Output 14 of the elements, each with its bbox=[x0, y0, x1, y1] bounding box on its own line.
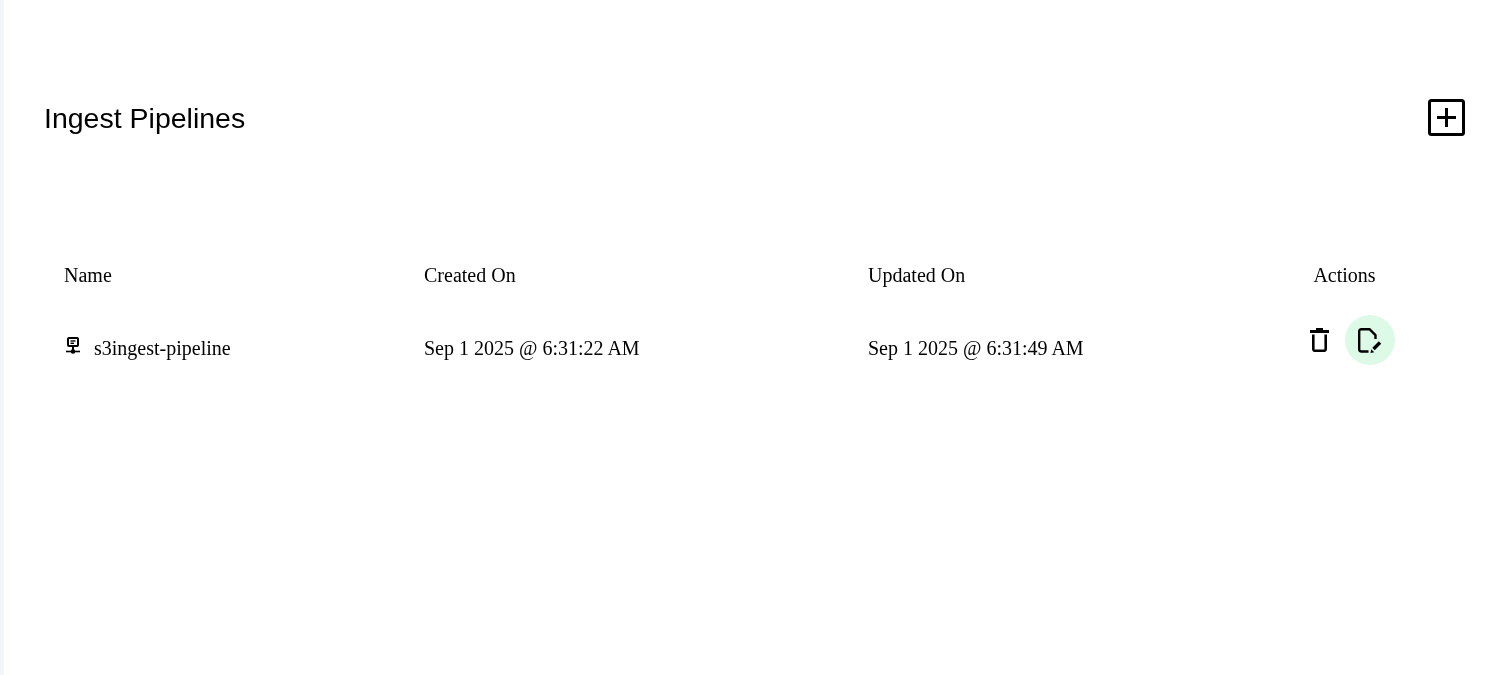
column-header: Actions bbox=[1313, 264, 1376, 286]
column-header: Updated On bbox=[868, 264, 966, 286]
edit-button[interactable] bbox=[1344, 315, 1395, 365]
updated-date: Sep 1 2025 @ 6:31:49 AM bbox=[867, 336, 1085, 360]
pipeline-name: s3ingest-pipeline bbox=[94, 336, 231, 360]
column-header: Name bbox=[64, 264, 112, 286]
network-device-icon bbox=[66, 336, 80, 354]
column-header: Created On bbox=[424, 264, 516, 286]
add-square-icon bbox=[1428, 99, 1465, 136]
page-title: Ingest Pipelines bbox=[44, 100, 246, 135]
created-date: Sep 1 2025 @ 6:31:22 AM bbox=[423, 336, 641, 360]
add-button[interactable] bbox=[1428, 99, 1465, 136]
edit-document-icon bbox=[1357, 327, 1382, 353]
trash-icon bbox=[1310, 328, 1329, 352]
